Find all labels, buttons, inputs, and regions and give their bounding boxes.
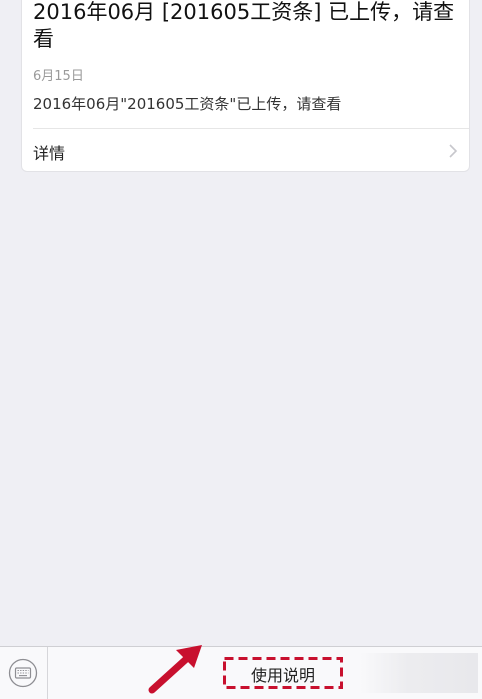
message-card[interactable]: 2016年06月 [201605工资条] 已上传，请查看 6月15日 2016年… <box>21 0 470 172</box>
keyboard-toggle-button[interactable] <box>0 647 48 699</box>
menu-item-usage-guide[interactable]: 使用说明 <box>223 657 343 689</box>
keyboard-icon <box>8 658 38 688</box>
menu-item-label: 使用说明 <box>250 666 315 685</box>
bottom-menu-bar: 使用说明 <box>0 646 482 699</box>
message-description: 2016年06月"201605工资条"已上传，请查看 <box>33 95 342 113</box>
detail-label: 详情 <box>33 144 66 163</box>
chevron-right-icon <box>449 144 458 158</box>
detail-link[interactable]: 详情 <box>22 129 469 173</box>
message-date: 6月15日 <box>33 69 84 84</box>
message-title: 2016年06月 [201605工资条] 已上传，请查看 <box>33 0 455 51</box>
faded-menu-item <box>360 653 478 693</box>
